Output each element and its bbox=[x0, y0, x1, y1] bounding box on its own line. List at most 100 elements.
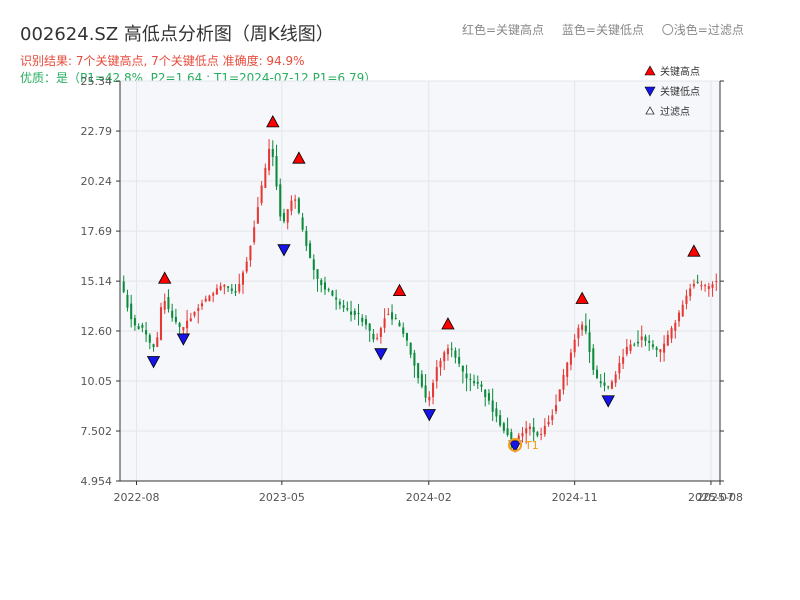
candle-body bbox=[644, 336, 647, 341]
candle-body bbox=[126, 294, 129, 308]
candle-body bbox=[625, 346, 628, 355]
candle-body bbox=[212, 293, 215, 296]
x-tick-label: 2024-02 bbox=[406, 491, 452, 504]
candle-body bbox=[331, 290, 334, 296]
candle-body bbox=[323, 282, 326, 290]
candle-body bbox=[215, 288, 218, 295]
candle-body bbox=[223, 284, 226, 287]
candle-body bbox=[338, 301, 341, 305]
candle-body bbox=[335, 297, 338, 300]
candle-body bbox=[405, 333, 408, 341]
y-tick-label: 10.05 bbox=[81, 375, 113, 388]
candle-body bbox=[476, 381, 479, 384]
candle-body bbox=[428, 396, 431, 401]
candle-body bbox=[670, 328, 673, 339]
candle-body bbox=[659, 349, 662, 353]
candle-body bbox=[227, 286, 230, 288]
candle-body bbox=[163, 300, 166, 310]
candle-body bbox=[420, 374, 423, 387]
candle-body bbox=[603, 382, 606, 386]
candle-body bbox=[238, 283, 241, 292]
candle-body bbox=[387, 313, 390, 315]
candle-body bbox=[432, 382, 435, 398]
candle-body bbox=[555, 405, 558, 412]
candle-body bbox=[413, 352, 416, 366]
y-tick-label: 12.60 bbox=[81, 325, 113, 338]
candle-body bbox=[305, 230, 308, 246]
candle-body bbox=[361, 317, 364, 322]
candle-body bbox=[193, 311, 196, 316]
y-tick-label: 22.79 bbox=[81, 125, 113, 138]
candle-body bbox=[487, 393, 490, 401]
candle-body bbox=[133, 318, 136, 326]
candle-body bbox=[547, 421, 550, 425]
candle-body bbox=[704, 285, 707, 287]
candle-body bbox=[473, 380, 476, 384]
candle-body bbox=[130, 303, 133, 320]
candle-body bbox=[137, 326, 140, 330]
candle-body bbox=[595, 369, 599, 378]
legend-filtered-label: 过滤点 bbox=[660, 105, 690, 118]
candle-body bbox=[629, 344, 632, 351]
legend-high-label: 关键高点 bbox=[660, 65, 700, 78]
candle-body bbox=[502, 423, 505, 431]
legend-high-icon bbox=[644, 65, 656, 76]
candle-body bbox=[599, 381, 602, 384]
x-tick-label: 2022-08 bbox=[114, 491, 160, 504]
candle-body bbox=[588, 332, 591, 352]
x-tick-label: 2024-11 bbox=[552, 491, 598, 504]
candle-body bbox=[614, 374, 617, 383]
candle-body bbox=[648, 340, 651, 343]
candle-body bbox=[696, 281, 699, 283]
candle-body bbox=[268, 148, 271, 171]
candle-body bbox=[409, 342, 412, 355]
candle-body bbox=[566, 362, 569, 377]
candle-body bbox=[674, 322, 677, 331]
candle-body bbox=[495, 408, 498, 417]
candle-body bbox=[394, 317, 397, 319]
candle-body bbox=[577, 327, 580, 339]
candle-body bbox=[681, 304, 684, 317]
candle-body bbox=[353, 310, 356, 316]
candle-body bbox=[290, 200, 293, 211]
candle-body bbox=[391, 312, 394, 320]
candle-body bbox=[607, 386, 610, 388]
candle-body bbox=[491, 400, 494, 412]
candle-body bbox=[454, 350, 457, 358]
candle-body bbox=[230, 288, 233, 291]
candle-body bbox=[581, 324, 584, 331]
candle-body bbox=[241, 272, 245, 285]
candle-body bbox=[499, 415, 502, 426]
candle-body bbox=[156, 337, 159, 347]
candle-body bbox=[197, 308, 200, 311]
candle-body bbox=[316, 269, 319, 279]
candle-body bbox=[256, 207, 259, 224]
candle-body bbox=[294, 199, 297, 201]
candle-body bbox=[443, 352, 446, 362]
candle-body bbox=[282, 213, 285, 222]
candle-body bbox=[584, 325, 587, 332]
candle-body bbox=[204, 298, 207, 302]
candle-body bbox=[562, 374, 565, 390]
candle-body bbox=[651, 344, 654, 347]
candle-body bbox=[178, 323, 181, 327]
candlestick-chart: T1 4.954 7.502 10.05 12.60 15.14 17.69 20.24 22… bbox=[81, 65, 743, 504]
candle-body bbox=[707, 286, 710, 289]
candle-body bbox=[450, 348, 453, 350]
candle-body bbox=[312, 259, 315, 270]
candle-body bbox=[558, 389, 561, 402]
candle-body bbox=[532, 426, 535, 433]
candle-body bbox=[320, 280, 323, 286]
candle-body bbox=[152, 344, 155, 348]
candle-body bbox=[145, 330, 148, 335]
candle-body bbox=[636, 341, 640, 344]
candle-body bbox=[245, 261, 248, 272]
candle-body bbox=[357, 312, 360, 314]
candle-body bbox=[685, 295, 688, 304]
candle-body bbox=[208, 295, 211, 302]
candle-body bbox=[711, 284, 714, 288]
candle-body bbox=[573, 339, 576, 353]
candle-body bbox=[122, 281, 125, 292]
candle-body bbox=[200, 303, 204, 307]
y-tick-label: 20.24 bbox=[81, 175, 113, 188]
